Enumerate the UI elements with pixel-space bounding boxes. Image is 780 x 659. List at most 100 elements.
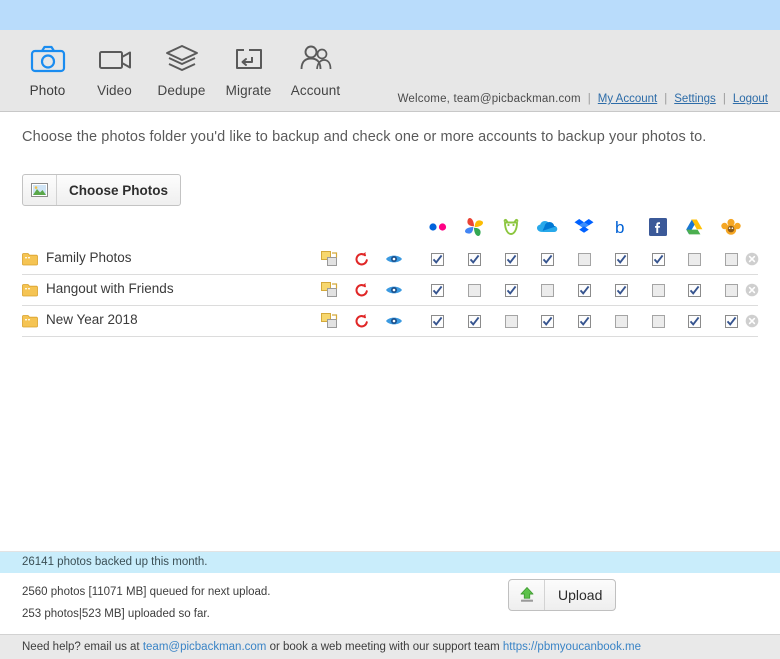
checkbox-google-photos[interactable]: [468, 315, 481, 328]
checkbox-flickr[interactable]: [431, 284, 444, 297]
migrate-icon: [230, 40, 268, 78]
separator: |: [664, 93, 668, 105]
choose-photos-button[interactable]: Choose Photos: [22, 174, 182, 206]
checkbox-box[interactable]: [615, 253, 628, 266]
booking-link[interactable]: https://pbmyoucanbook.me: [503, 641, 641, 653]
checkbox-google-drive[interactable]: [688, 253, 701, 266]
nav-label-video: Video: [97, 83, 132, 98]
eye-icon[interactable]: [378, 281, 410, 299]
upload-button-label: Upload: [558, 587, 603, 603]
help-text: Need help? email us at team@picbackman.c…: [22, 641, 641, 653]
checkbox-google-photos[interactable]: [468, 284, 481, 297]
monthly-status-bar: 26141 photos backed up this month.: [0, 551, 780, 573]
picture-icon: [23, 175, 57, 205]
smugmug-icon: [500, 216, 522, 238]
choose-photos-label: Choose Photos: [69, 182, 169, 198]
help-prefix: Need help? email us at: [22, 641, 140, 653]
checkbox-monkey[interactable]: [725, 284, 738, 297]
copy-icon[interactable]: [314, 250, 346, 268]
upload-arrow-icon: [509, 580, 545, 610]
layers-icon: [163, 40, 201, 78]
checkbox-facebook[interactable]: [652, 315, 665, 328]
folder-icon: [22, 283, 38, 297]
checkbox-smugmug[interactable]: [505, 284, 518, 297]
account-strip: Welcome, team@picbackman.com | My Accoun…: [398, 93, 768, 105]
nav-item-dedupe[interactable]: Dedupe: [148, 36, 215, 98]
remove-row-icon[interactable]: [745, 283, 759, 297]
toolbar: Photo Video Dedupe Migrate Account Welco…: [0, 30, 780, 112]
remove-row-icon[interactable]: [745, 314, 759, 328]
nav-item-migrate[interactable]: Migrate: [215, 36, 282, 98]
separator: |: [722, 93, 726, 105]
table-row: Family Photos: [22, 249, 759, 275]
reset-icon[interactable]: [346, 312, 378, 330]
reset-icon[interactable]: [346, 281, 378, 299]
google-photos-icon: [463, 216, 485, 238]
row-actions: [314, 312, 410, 330]
folder-name: Family Photos: [46, 250, 132, 265]
folders-table: b Family Photos Hangout with Friends New…: [22, 210, 759, 337]
folder-name: Hangout with Friends: [46, 281, 174, 296]
top-banner: [0, 0, 780, 30]
users-icon: [297, 40, 335, 78]
table-row: Hangout with Friends: [22, 280, 759, 306]
row-actions: [314, 281, 410, 299]
monkey-icon: [720, 216, 742, 238]
folder-name: New Year 2018: [46, 312, 138, 327]
folder-icon: [22, 252, 38, 266]
checkbox-flickr[interactable]: [431, 315, 444, 328]
checkbox-smugmug[interactable]: [505, 315, 518, 328]
logout-link[interactable]: Logout: [733, 93, 768, 105]
support-email-link[interactable]: team@picbackman.com: [143, 641, 267, 653]
checkbox-monkey[interactable]: [725, 315, 738, 328]
remove-row-icon[interactable]: [745, 252, 759, 266]
nav-item-photo[interactable]: Photo: [14, 36, 81, 98]
checkbox-onedrive[interactable]: [541, 253, 554, 266]
checkbox-dropbox[interactable]: [578, 284, 591, 297]
copy-icon[interactable]: [314, 281, 346, 299]
checkbox-box[interactable]: [615, 315, 628, 328]
eye-icon[interactable]: [378, 250, 410, 268]
checkbox-dropbox[interactable]: [578, 253, 591, 266]
copy-icon[interactable]: [314, 312, 346, 330]
help-bar: Need help? email us at team@picbackman.c…: [0, 634, 780, 659]
instruction-text: Choose the photos folder you'd like to b…: [22, 129, 707, 145]
checkbox-flickr[interactable]: [431, 253, 444, 266]
eye-icon[interactable]: [378, 312, 410, 330]
checkbox-google-drive[interactable]: [688, 315, 701, 328]
dropbox-icon: [573, 216, 595, 238]
camera-icon: [29, 40, 67, 78]
nav-label-migrate: Migrate: [225, 83, 272, 98]
queue-info: 2560 photos [11071 MB] queued for next u…: [22, 581, 271, 625]
folder-icon: [22, 314, 38, 328]
uploaded-text: 253 photos|523 MB] uploaded so far.: [22, 608, 210, 620]
checkbox-dropbox[interactable]: [578, 315, 591, 328]
checkbox-facebook[interactable]: [652, 284, 665, 297]
checkbox-google-photos[interactable]: [468, 253, 481, 266]
nav-item-video[interactable]: Video: [81, 36, 148, 98]
main-nav: Photo Video Dedupe Migrate Account: [14, 36, 349, 98]
monthly-status-text: 26141 photos backed up this month.: [22, 556, 208, 568]
upload-button[interactable]: Upload: [508, 579, 617, 611]
onedrive-icon: [536, 216, 558, 238]
checkbox-smugmug[interactable]: [505, 253, 518, 266]
reset-icon[interactable]: [346, 250, 378, 268]
nav-label-dedupe: Dedupe: [157, 83, 206, 98]
queued-text: 2560 photos [11071 MB] queued for next u…: [22, 586, 271, 598]
welcome-text: Welcome, team@picbackman.com: [397, 93, 581, 105]
facebook-icon: [647, 216, 669, 238]
settings-link[interactable]: Settings: [674, 93, 716, 105]
help-middle: or book a web meeting with our support t…: [269, 641, 500, 653]
checkbox-monkey[interactable]: [725, 253, 738, 266]
google-drive-icon: [684, 216, 706, 238]
checkbox-box[interactable]: [615, 284, 628, 297]
nav-label-account: Account: [290, 83, 341, 98]
service-header-row: b: [22, 210, 758, 244]
checkbox-onedrive[interactable]: [541, 315, 554, 328]
checkbox-onedrive[interactable]: [541, 284, 554, 297]
flickr-icon: [427, 216, 449, 238]
my-account-link[interactable]: My Account: [598, 93, 657, 105]
checkbox-facebook[interactable]: [652, 253, 665, 266]
nav-item-account[interactable]: Account: [282, 36, 349, 98]
checkbox-google-drive[interactable]: [688, 284, 701, 297]
